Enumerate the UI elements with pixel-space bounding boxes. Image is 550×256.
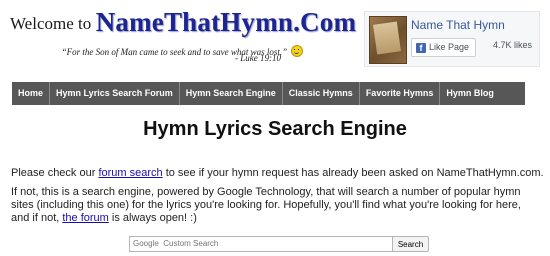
nav-favorite-hymns[interactable]: Favorite Hymns [360, 82, 441, 105]
nav-hymn-search-engine[interactable]: Hymn Search Engine [180, 82, 283, 105]
facebook-page-name[interactable]: Name That Hymn [411, 18, 505, 32]
nav-home[interactable]: Home [12, 82, 51, 105]
site-name: NameThatHymn.Com [95, 7, 357, 37]
facebook-icon: f [416, 43, 426, 53]
facebook-page-thumbnail[interactable] [369, 16, 407, 64]
nav-hymn-blog[interactable]: Hymn Blog [440, 82, 500, 105]
smiley-icon [291, 45, 304, 57]
scripture-quote: “For the Son of Man came to seek and to … [10, 45, 355, 57]
facebook-page-widget: Name That Hymn f Like Page 4.7K likes [364, 11, 540, 67]
forum-link[interactable]: the forum [62, 212, 108, 224]
nav-classic-hymns[interactable]: Classic Hymns [283, 82, 360, 105]
p1-text-before: Please check our [11, 167, 99, 179]
forum-check-paragraph: Please check our forum search to see if … [11, 167, 544, 180]
facebook-like-label: Like Page [429, 42, 470, 52]
search-engine-paragraph: If not, this is a search engine, powered… [11, 186, 541, 225]
p2-text-after: is always open! :) [108, 212, 197, 224]
facebook-like-count: 4.7K likes [493, 40, 533, 50]
forum-search-link[interactable]: forum search [98, 167, 162, 179]
scripture-reference: - Luke 19:10 [235, 53, 281, 63]
search-button[interactable]: Search [392, 236, 429, 252]
nav-hymn-lyrics-search-forum[interactable]: Hymn Lyrics Search Forum [50, 82, 180, 105]
custom-search-input[interactable] [129, 236, 395, 252]
welcome-text: Welcome to [10, 14, 92, 33]
facebook-like-button[interactable]: f Like Page [411, 38, 477, 57]
p1-text-after: to see if your hymn request has already … [162, 167, 544, 179]
page-title: Hymn Lyrics Search Engine [143, 118, 407, 140]
main-nav: Home Hymn Lyrics Search Forum Hymn Searc… [12, 82, 525, 105]
logo-title: Welcome to NameThatHymn.Com [10, 7, 357, 41]
site-logo[interactable]: Welcome to NameThatHymn.Com “For the Son… [10, 7, 357, 57]
